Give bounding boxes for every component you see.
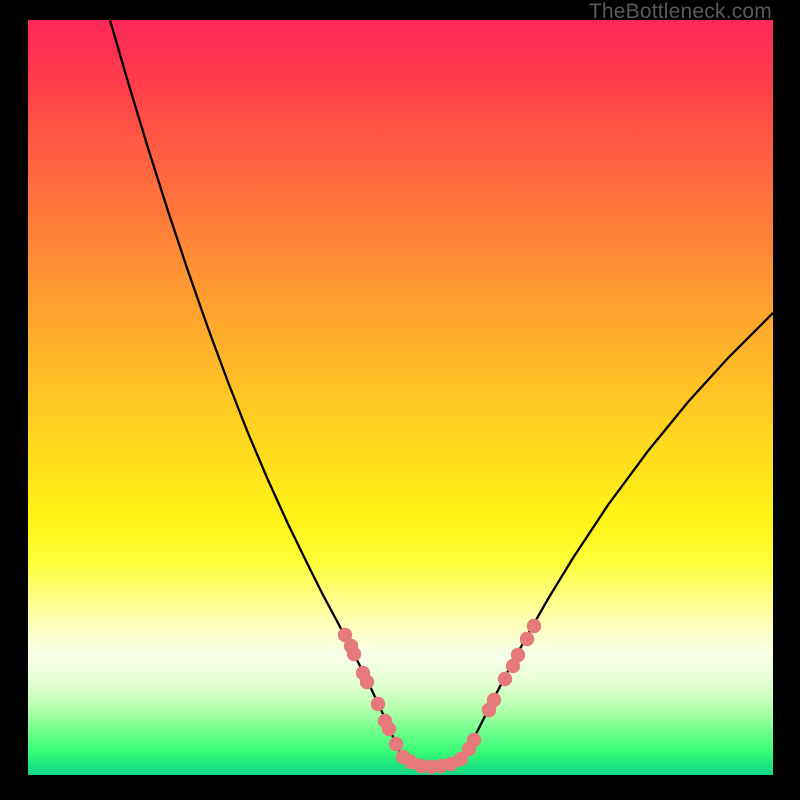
watermark-text: TheBottleneck.com [589, 0, 772, 24]
gradient-plot-area [28, 20, 773, 775]
